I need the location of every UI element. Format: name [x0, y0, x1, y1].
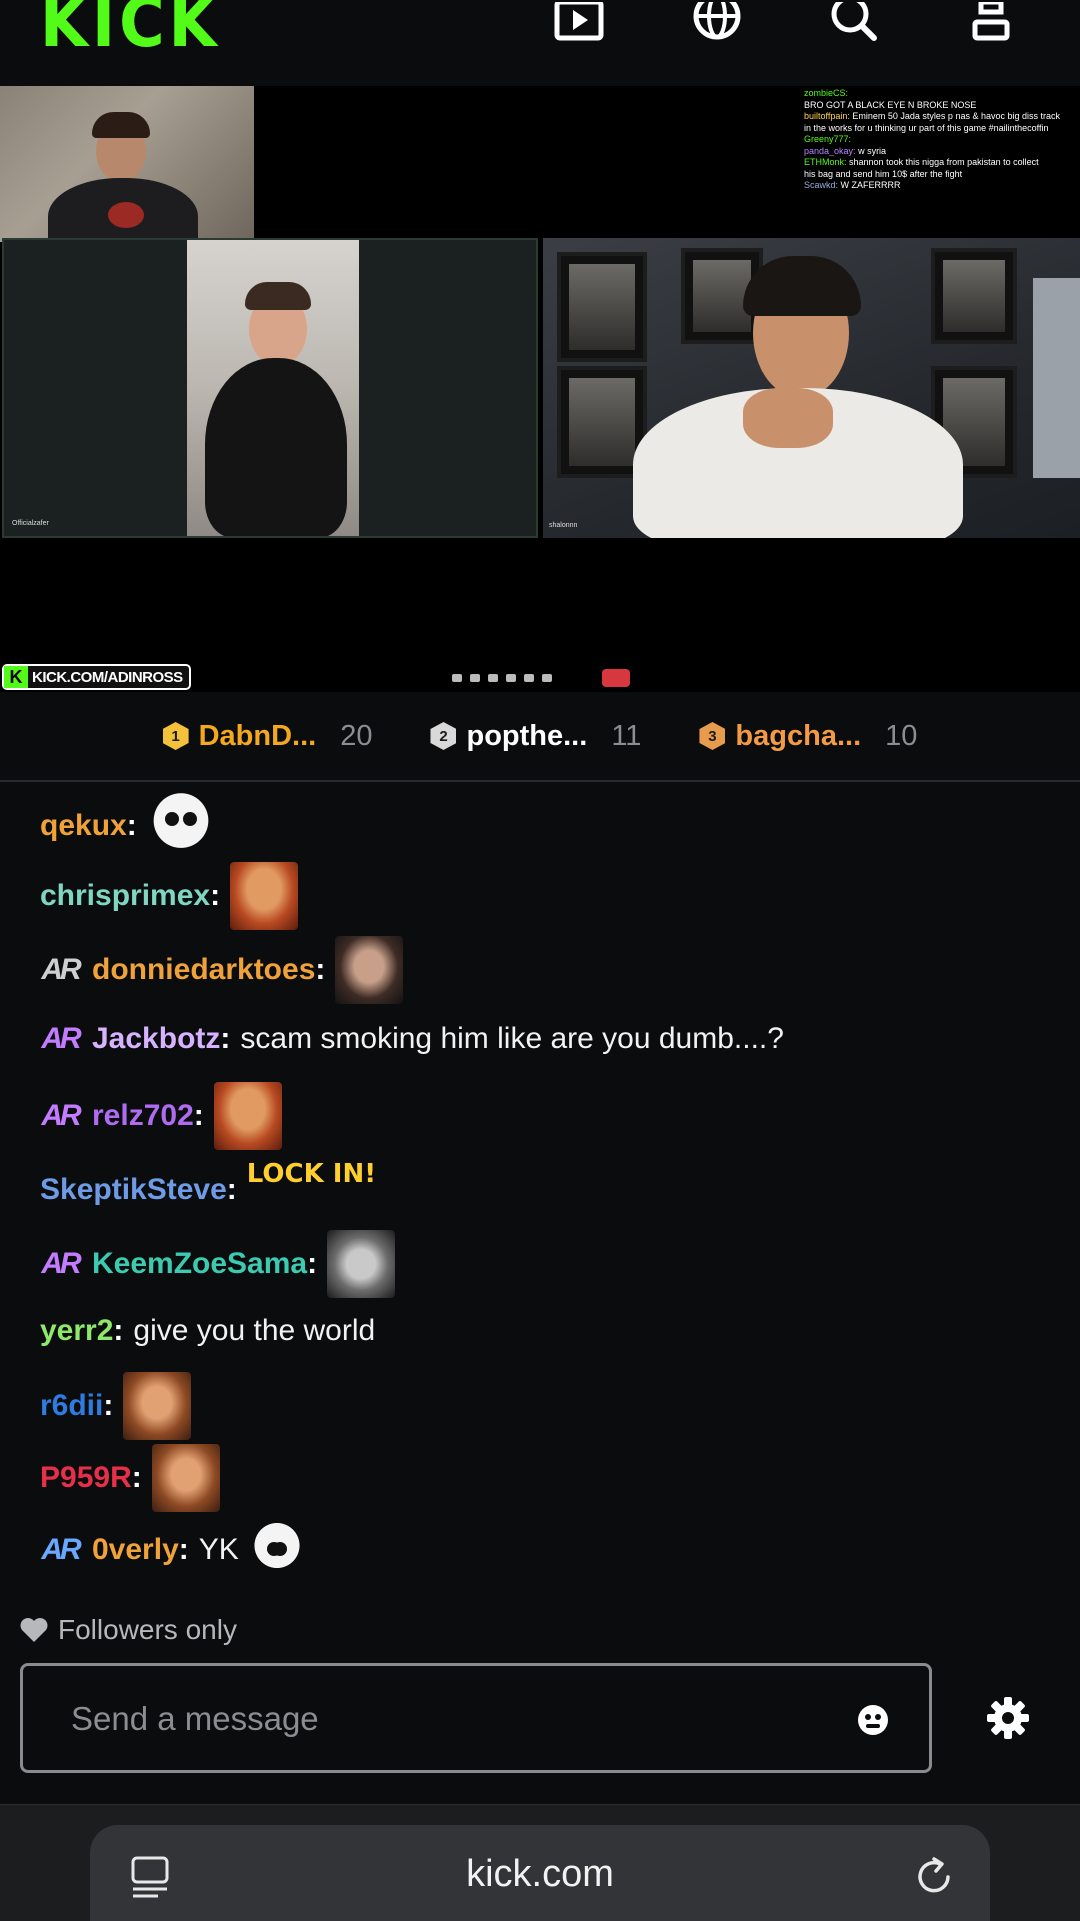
cam-label: Officialzafer [12, 520, 49, 527]
lock-in-emote: LOCK IN! [246, 1159, 377, 1189]
guest-camera-right: shalonnn [543, 238, 1080, 538]
overlay-line: Greeny777: [804, 134, 852, 144]
leaderboard-item[interactable]: 1 DabnD... 20 [162, 719, 373, 753]
emoji-icon[interactable] [857, 1704, 889, 1736]
kid-emote [151, 1444, 220, 1512]
logo-text: KICK [40, 0, 221, 63]
rank-1-icon: 1 [162, 722, 189, 750]
grin-emote [327, 1230, 396, 1298]
chat-message-input[interactable] [71, 1694, 831, 1744]
laugh-emote [335, 936, 404, 1004]
stream-url-badge: K KICK.COM/ADINROSS [2, 664, 191, 690]
chat-text: give you the world [133, 1314, 376, 1347]
rank-2-icon: 2 [430, 722, 457, 750]
leader-name: bagcha... [735, 719, 862, 752]
camera-icon [470, 674, 480, 682]
overlay-line: BRO GOT A BLACK EYE N BROKE NOSE [804, 99, 977, 110]
skull-emote [146, 792, 215, 860]
chat-username[interactable]: yerr2 [40, 1314, 113, 1348]
chat-message: AR donniedarktoes: [40, 936, 404, 1004]
ar-badge-icon: AR [41, 1247, 81, 1280]
leaderboard-item[interactable]: 2 popthe... 11 [430, 720, 641, 753]
rank-3-icon: 3 [699, 722, 726, 750]
video-player[interactable]: Officialzafer shalonnn zombieCS: BRO GOT… [0, 86, 1080, 692]
chat-message: r6dii: [40, 1372, 192, 1440]
leader-count: 10 [885, 719, 918, 752]
chat-username[interactable]: donniedarktoes [92, 953, 315, 987]
overlay-line: his bag and send him 10$ after the fight [804, 168, 963, 179]
chat-username[interactable]: r6dii [40, 1389, 103, 1423]
streamer-camera [0, 86, 254, 242]
ar-badge-icon: AR [41, 1022, 81, 1055]
overlay-line: zombieCS: [804, 88, 849, 98]
overlay-line: panda_okay: w syria [804, 145, 887, 156]
skull-emote [248, 1522, 305, 1578]
leader-name: popthe... [466, 719, 588, 752]
top-navigation: KICK [0, 0, 1080, 86]
leaderboard-item[interactable]: 3 bagcha... 10 [699, 720, 917, 753]
followers-only-notice: Followers only [20, 1614, 237, 1646]
overlay-line: in the works for u thinking ur part of t… [804, 122, 1049, 133]
chat-message: chrisprimex: [40, 862, 299, 930]
chat-username[interactable]: P959R [40, 1461, 132, 1495]
mic-icon [452, 674, 462, 682]
share-icon [524, 674, 534, 682]
guest-camera-left: Officialzafer [2, 238, 538, 538]
overlay-line: ETHMonk: shannon took this nigga from pa… [804, 157, 1039, 167]
chat-username[interactable]: Jackbotz [92, 1022, 220, 1056]
user-icon[interactable] [962, 0, 1020, 44]
address-bar[interactable]: kick.com [90, 1825, 990, 1921]
leader-name: DabnD... [198, 719, 317, 752]
heart-icon [20, 1618, 48, 1642]
browser-toolbar: kick.com [0, 1804, 1080, 1921]
ar-badge-icon: AR [41, 1099, 81, 1132]
face-emote [213, 1082, 282, 1150]
cam-label: shalonnn [549, 522, 578, 529]
ar-badge-icon: AR [41, 1533, 81, 1566]
chat-icon [488, 674, 498, 682]
stream-overlay-chat: zombieCS: BRO GOT A BLACK EYE N BROKE NO… [800, 86, 1080, 241]
url-text: kick.com [466, 1853, 614, 1895]
globe-icon[interactable] [688, 0, 746, 44]
chat-username[interactable]: qekux [40, 809, 127, 843]
chat-message: AR KeemZoeSama: [40, 1230, 396, 1298]
chat-text: scam smoking him like are you dumb....? [240, 1022, 784, 1055]
chat-message: AR 0verly: YK [40, 1522, 305, 1578]
chat-text: YK [198, 1533, 239, 1566]
chat-message: AR Jackbotz: scam smoking him like are y… [41, 1022, 784, 1056]
overlay-line: builtoffpain: Eminem 50 Jada styles p na… [804, 111, 1060, 121]
chat-message: yerr2: give you the world [40, 1314, 376, 1348]
search-icon[interactable] [826, 0, 884, 44]
followers-only-label: Followers only [58, 1614, 237, 1645]
stream-url-text: KICK.COM/ADINROSS [32, 668, 183, 686]
chat-username[interactable]: SkeptikSteve [40, 1173, 227, 1207]
leader-count: 11 [611, 719, 642, 752]
chat-input-box[interactable] [20, 1663, 932, 1773]
leader-count: 20 [340, 719, 373, 752]
chat-username[interactable]: KeemZoeSama [92, 1247, 307, 1281]
chat-message: SkeptikSteve: LOCK IN! [40, 1156, 377, 1224]
chat-username[interactable]: chrisprimex [40, 879, 210, 913]
chat-feed[interactable]: qekux: chrisprimex: AR donniedarktoes: A… [0, 782, 1080, 1582]
gear-icon[interactable] [986, 1696, 1030, 1740]
call-controls [452, 668, 630, 688]
chat-message: P959R: [40, 1444, 220, 1512]
face-emote [230, 862, 299, 930]
kick-logo[interactable]: KICK [40, 0, 232, 63]
chat-message: AR relz702: [40, 1082, 282, 1150]
gift-leaderboard: 1 DabnD... 20 2 popthe... 11 3 bagcha...… [0, 692, 1080, 782]
ar-badge-icon: AR [41, 953, 81, 986]
end-call-icon [602, 669, 630, 687]
overlay-line: Scawkd: W ZAFERRRR [804, 180, 901, 190]
chat-username[interactable]: 0verly [92, 1533, 179, 1567]
kick-k-icon: K [4, 666, 28, 688]
more-icon [542, 674, 552, 682]
grid-icon [506, 674, 516, 682]
video-icon[interactable] [550, 0, 608, 44]
chat-message: qekux: [40, 792, 215, 860]
kid-emote [123, 1372, 192, 1440]
chat-username[interactable]: relz702 [92, 1099, 194, 1133]
reload-icon[interactable] [912, 1855, 956, 1899]
